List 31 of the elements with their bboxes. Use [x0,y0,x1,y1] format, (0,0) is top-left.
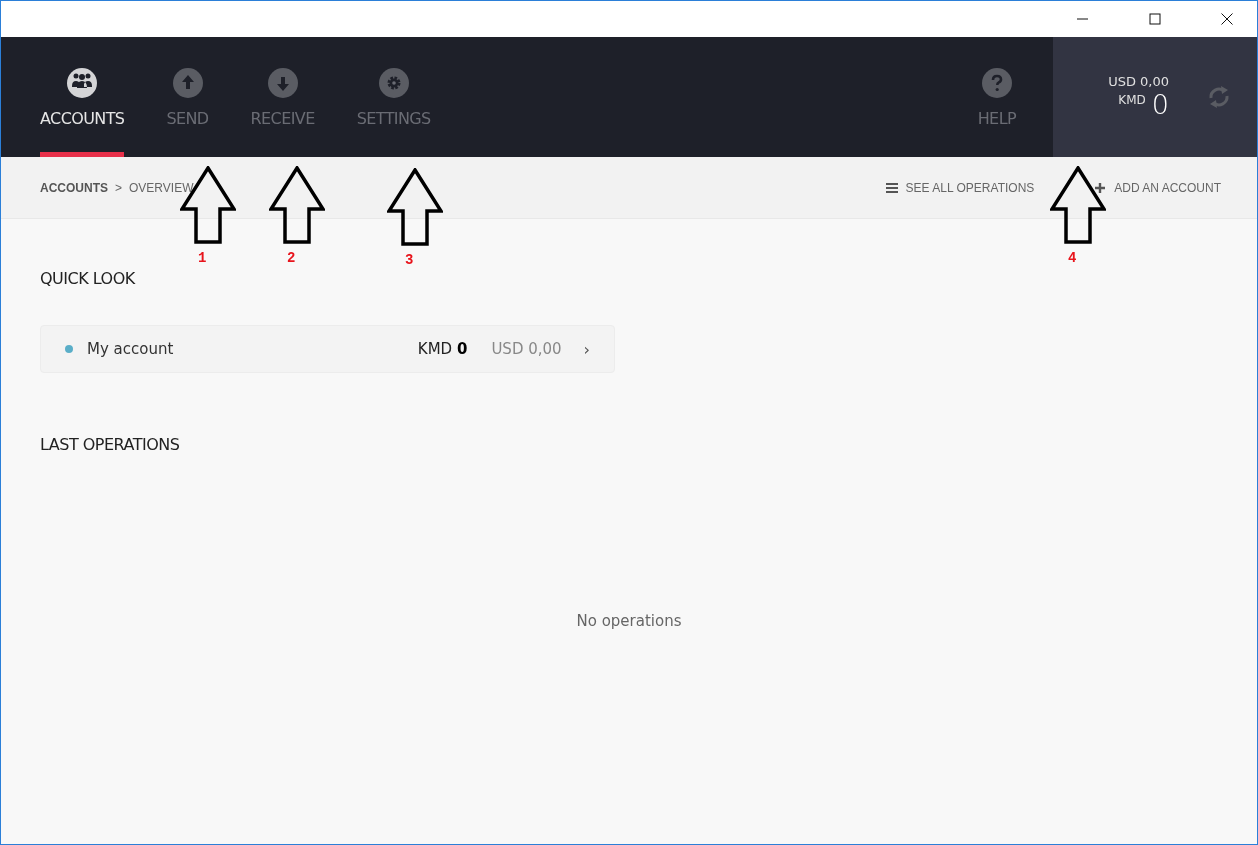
account-fiat-balance: USD 0,00 [491,340,562,358]
gear-icon [378,68,409,98]
annotation-number: 1 [198,250,207,266]
nav-tab[interactable]: RECEIVE [250,37,315,157]
balance-amount: 0 [1151,88,1169,121]
account-balance: KMD 0 [417,340,468,358]
help-tab[interactable]: HELP [977,37,1016,157]
section-heading: LAST OPERATIONS [40,435,181,454]
question-icon [981,68,1012,98]
empty-message: No operations [576,612,682,630]
annotation-number: 4 [1068,250,1077,266]
chevron-icon: › [583,339,590,359]
annotation-number: 2 [287,250,296,266]
people-icon [67,68,98,98]
breadcrumb-item[interactable]: ACCOUNTS [40,180,108,195]
close-icon[interactable] [1221,13,1233,25]
maximize-icon[interactable] [1149,13,1161,25]
account-row[interactable]: My account KMD 0 USD 0,00 › [40,325,615,373]
nav-tab[interactable]: SEND [166,37,209,157]
account-name: My account [87,340,175,358]
annotation-number: 3 [405,252,414,268]
section-heading: QUICK LOOK [40,269,137,288]
breadcrumb-item: OVERVIEW [129,180,194,195]
see-all-operations-button[interactable]: SEE ALL OPERATIONS [885,180,1035,195]
menu-icon [885,181,898,194]
plus-icon [1094,181,1107,194]
add-account-button[interactable]: ADD AN ACCOUNT [1094,180,1221,195]
currency-code: KMD [1118,92,1146,107]
breadcrumb-separator: > [115,180,122,195]
nav-tab[interactable]: SETTINGS [356,37,431,157]
fiat-balance: USD 0,00 [1108,73,1169,89]
